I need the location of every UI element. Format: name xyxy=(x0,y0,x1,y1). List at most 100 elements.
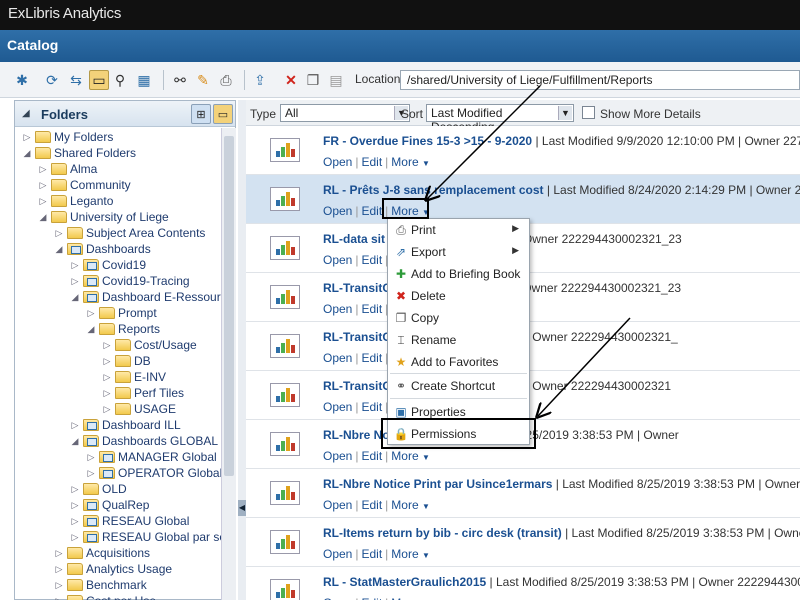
location-input[interactable]: /shared/University of Liege/Fulfillment/… xyxy=(400,70,800,90)
expand-icon[interactable]: ▷ xyxy=(85,468,97,479)
edit-link[interactable]: Edit xyxy=(361,253,382,267)
expand-icon[interactable]: ▷ xyxy=(69,276,81,287)
edit-link[interactable]: Edit xyxy=(361,400,382,414)
edit-pencil-icon[interactable]: ✎ xyxy=(193,70,213,90)
copy-toolbar-icon[interactable]: ❐ xyxy=(303,70,323,90)
expand-icon[interactable]: ▷ xyxy=(69,420,81,431)
tree-item[interactable]: ◢ Dashboards GLOBAL xyxy=(69,433,219,449)
open-link[interactable]: Open xyxy=(323,449,352,463)
menu-item-rename[interactable]: ⌶ Rename xyxy=(388,330,529,350)
item-name-link[interactable]: RL-data sit xyxy=(323,232,385,246)
expand-icon[interactable]: ▷ xyxy=(37,196,49,207)
open-link[interactable]: Open xyxy=(323,204,352,218)
catalog-item[interactable]: RL-Nbre Notice Print par Usince1ermars |… xyxy=(246,469,800,518)
expand-icon[interactable]: ▷ xyxy=(101,388,113,399)
menu-item-add-to-briefing-book[interactable]: ✚ Add to Briefing Book xyxy=(388,264,529,284)
tree-item[interactable]: ▷ RESEAU Global xyxy=(69,513,190,529)
catalog-item[interactable]: RL - Prêts J-8 sans remplacement cost | … xyxy=(246,175,800,224)
tree-item[interactable]: ◢ University of Liege xyxy=(37,209,169,225)
expand-icon[interactable]: ▷ xyxy=(69,516,81,527)
expand-icon[interactable]: ▷ xyxy=(69,260,81,271)
item-name-link[interactable]: RL-TransitC xyxy=(323,281,391,295)
expand-icon[interactable]: ▷ xyxy=(53,228,65,239)
expand-icon[interactable]: ▷ xyxy=(101,372,113,383)
expand-icon[interactable]: ▷ xyxy=(101,340,113,351)
open-link[interactable]: Open xyxy=(323,302,352,316)
view-mode-icon[interactable]: ▦ xyxy=(134,70,154,90)
tree-item[interactable]: ▷ RESEAU Global par sec xyxy=(69,529,221,545)
tree-item[interactable]: ◢ Reports xyxy=(85,321,161,337)
tree-view-icon[interactable]: ⊞ xyxy=(191,104,211,124)
item-name-link[interactable]: FR - Overdue Fines 15-3 >15 - 9-2020 xyxy=(323,134,532,148)
edit-link[interactable]: Edit xyxy=(361,596,382,600)
expanded-icon[interactable]: ◢ xyxy=(37,212,49,223)
edit-link[interactable]: Edit xyxy=(361,204,382,218)
folders-scrollbar[interactable] xyxy=(221,128,236,600)
folder-view-icon[interactable]: ▭ xyxy=(89,70,109,90)
expand-icon[interactable]: ▷ xyxy=(101,356,113,367)
edit-link[interactable]: Edit xyxy=(361,449,382,463)
tree-item[interactable]: ▷ DB xyxy=(101,353,151,369)
more-link[interactable]: More xyxy=(391,449,418,463)
catalog-item[interactable]: RL - StatMasterGraulich2015 | Last Modif… xyxy=(246,567,800,600)
tree-item[interactable]: ▷ Analytics Usage xyxy=(53,561,173,577)
collapse-panel-icon[interactable]: ◀ xyxy=(238,500,246,516)
item-name-link[interactable]: RL - Prêts J-8 sans remplacement cost xyxy=(323,183,544,197)
tree-item[interactable]: ▷ Perf Tiles xyxy=(101,385,184,401)
expand-icon[interactable]: ▷ xyxy=(21,132,33,143)
print-toolbar-icon[interactable]: ⎙ xyxy=(216,70,236,90)
tree-item[interactable]: ◢ Shared Folders xyxy=(21,145,137,161)
menu-item-copy[interactable]: ❐ Copy xyxy=(388,308,529,328)
item-name-link[interactable]: RL-Nbre No xyxy=(323,428,390,442)
tree-item[interactable]: ◢ Dashboards xyxy=(53,241,151,257)
expand-icon[interactable]: ▷ xyxy=(37,164,49,175)
panel-splitter[interactable]: ◀ xyxy=(238,100,246,600)
tree-item[interactable]: ▷ Community xyxy=(37,177,131,193)
tree-item[interactable]: ▷ Alma xyxy=(37,161,98,177)
item-name-link[interactable]: RL-TransitC xyxy=(323,330,391,344)
tree-item[interactable]: ▷ USAGE xyxy=(101,401,176,417)
tree-item[interactable]: ▷ Cost per Use xyxy=(53,593,156,600)
tree-item[interactable]: ▷ My Folders xyxy=(21,129,114,145)
tree-item[interactable]: ▷ OLD xyxy=(69,481,127,497)
sync-icon[interactable]: ⇆ xyxy=(66,70,86,90)
refresh-icon[interactable]: ⟳ xyxy=(42,70,62,90)
sort-select[interactable]: Last Modified Descending▼ xyxy=(426,104,574,134)
expand-icon[interactable]: ▷ xyxy=(53,596,65,600)
type-select[interactable]: All ▼ xyxy=(280,104,410,122)
tree-item[interactable]: ▷ Leganto xyxy=(37,193,114,209)
tree-item[interactable]: ▷ Benchmark xyxy=(53,577,147,593)
tree-item[interactable]: ▷ OPERATOR Global xyxy=(85,465,221,481)
menu-item-delete[interactable]: ✖ Delete xyxy=(388,286,529,306)
item-name-link[interactable]: RL-TransitC xyxy=(323,379,391,393)
catalog-item[interactable]: FR - Overdue Fines 15-3 >15 - 9-2020 | L… xyxy=(246,126,800,175)
tree-item[interactable]: ▷ Covid19 xyxy=(69,257,147,273)
catalog-item[interactable]: RL-Items return by bib - circ desk (tran… xyxy=(246,518,800,567)
edit-link[interactable]: Edit xyxy=(361,498,382,512)
open-link[interactable]: Open xyxy=(323,155,352,169)
tree-item[interactable]: ▷ Acquisitions xyxy=(53,545,151,561)
find-icon[interactable]: ⚯ xyxy=(170,70,190,90)
tree-item[interactable]: ▷ Dashboard ILL xyxy=(69,417,181,433)
search-icon[interactable]: ⚲ xyxy=(110,70,130,90)
expanded-icon[interactable]: ◢ xyxy=(69,436,81,447)
more-link[interactable]: More xyxy=(391,155,418,169)
expand-icon[interactable]: ▷ xyxy=(53,548,65,559)
folder-sync-icon[interactable]: ▭ xyxy=(213,104,233,124)
open-link[interactable]: Open xyxy=(323,498,352,512)
expand-icon[interactable]: ▷ xyxy=(101,404,113,415)
open-link[interactable]: Open xyxy=(323,253,352,267)
more-link[interactable]: More xyxy=(391,498,418,512)
open-link[interactable]: Open xyxy=(323,351,352,365)
menu-item-print[interactable]: ⎙ Print ▶ xyxy=(388,220,529,240)
tree-item[interactable]: ▷ Covid19-Tracing xyxy=(69,273,190,289)
more-link[interactable]: More xyxy=(391,547,418,561)
expand-icon[interactable]: ▷ xyxy=(53,580,65,591)
tree-item[interactable]: ▷ MANAGER Global xyxy=(85,449,217,465)
menu-item-add-to-favorites[interactable]: ★ Add to Favorites xyxy=(388,352,529,372)
edit-link[interactable]: Edit xyxy=(361,302,382,316)
open-link[interactable]: Open xyxy=(323,596,352,600)
edit-link[interactable]: Edit xyxy=(361,155,382,169)
open-link[interactable]: Open xyxy=(323,547,352,561)
new-icon[interactable]: ✱ xyxy=(12,70,32,90)
